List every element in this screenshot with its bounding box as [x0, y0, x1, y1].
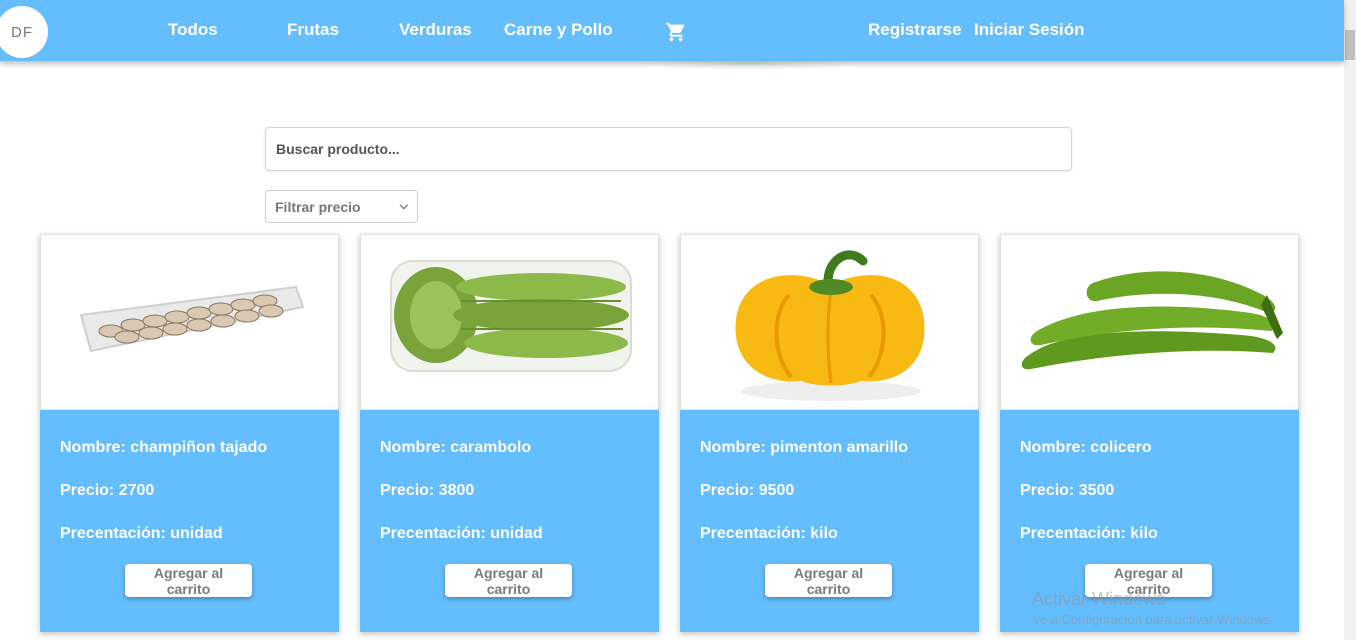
- product-card: Nombre: carambolo Precio: 3800 Precentac…: [360, 234, 659, 632]
- watermark-title: Activar Windows: [1032, 589, 1166, 609]
- nav-link-frutas[interactable]: Frutas: [287, 20, 339, 40]
- nav-link-registrarse[interactable]: Registrarse: [868, 20, 962, 40]
- product-name: Nombre: champiñon tajado: [60, 439, 268, 456]
- product-presentation: Precentación: unidad: [60, 525, 223, 542]
- product-name: Nombre: colicero: [1020, 439, 1152, 456]
- price-filter-select[interactable]: Filtrar precio ⌵: [265, 190, 418, 223]
- nav-link-iniciar-sesion[interactable]: Iniciar Sesión: [974, 20, 1085, 40]
- chevron-down-icon: ⌵: [399, 200, 408, 212]
- product-image: [1000, 234, 1299, 410]
- scrollbar-thumb[interactable]: [1345, 30, 1355, 60]
- search-input[interactable]: [265, 127, 1072, 171]
- add-to-cart-button[interactable]: Agregar al carrito: [125, 564, 252, 597]
- product-name: Nombre: carambolo: [380, 439, 532, 456]
- product-info: Nombre: carambolo Precio: 3800 Precentac…: [360, 410, 659, 632]
- green-plantain-image: [1021, 271, 1283, 370]
- add-to-cart-button[interactable]: Agregar al carrito: [445, 564, 572, 597]
- sliced-mushrooms-image: [79, 285, 305, 353]
- product-name: Nombre: pimenton amarillo: [700, 439, 909, 456]
- product-image: [360, 234, 659, 410]
- shopping-cart-icon[interactable]: [664, 21, 688, 43]
- windows-activation-watermark: Activar Windows Ve a Configuración para …: [1032, 589, 1273, 627]
- starfruit-image: [390, 260, 632, 372]
- price-filter-label: Filtrar precio: [275, 198, 361, 215]
- product-price: Precio: 2700: [60, 482, 155, 499]
- watermark-subtitle: Ve a Configuración para activar Windows.: [1032, 612, 1274, 627]
- nav-link-carne-y-pollo[interactable]: Carne y Pollo: [504, 20, 613, 40]
- product-card: Nombre: colicero Precio: 3500 Precentaci…: [1000, 234, 1299, 632]
- brand-logo[interactable]: DF: [0, 6, 48, 58]
- product-price: Precio: 3500: [1020, 482, 1115, 499]
- nav-link-verduras[interactable]: Verduras: [399, 20, 472, 40]
- page-scrollbar[interactable]: [1344, 0, 1356, 640]
- yellow-pepper-image: [735, 250, 925, 401]
- product-info: Nombre: champiñon tajado Precio: 2700 Pr…: [40, 410, 339, 632]
- product-presentation: Precentación: kilo: [700, 525, 838, 542]
- product-image: [40, 234, 339, 410]
- product-price: Precio: 3800: [380, 482, 475, 499]
- product-card: Nombre: pimenton amarillo Precio: 9500 P…: [680, 234, 979, 632]
- product-price: Precio: 9500: [700, 482, 795, 499]
- product-card: Nombre: champiñon tajado Precio: 2700 Pr…: [40, 234, 339, 632]
- product-image: [680, 234, 979, 410]
- product-info: Nombre: pimenton amarillo Precio: 9500 P…: [680, 410, 979, 632]
- product-presentation: Precentación: unidad: [380, 525, 543, 542]
- product-presentation: Precentación: kilo: [1020, 525, 1158, 542]
- nav-link-todos[interactable]: Todos: [168, 20, 218, 40]
- add-to-cart-button[interactable]: Agregar al carrito: [765, 564, 892, 597]
- top-navbar: DF Todos Frutas Verduras Carne y Pollo R…: [0, 0, 1344, 61]
